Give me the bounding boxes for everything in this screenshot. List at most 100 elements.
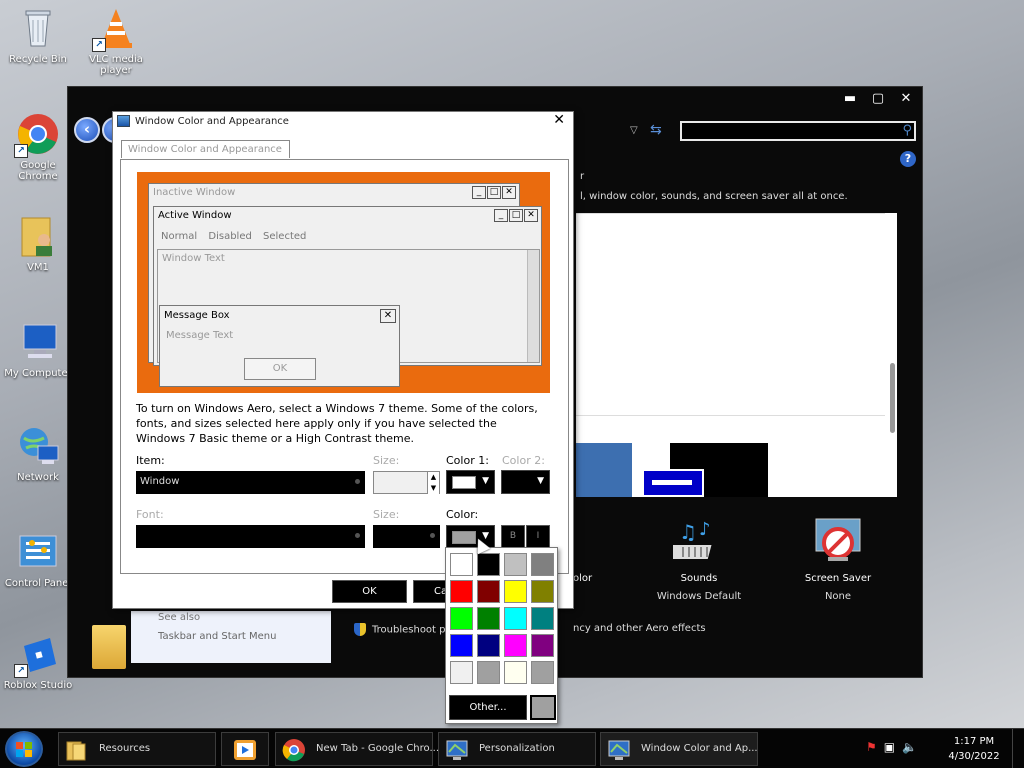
maximize-button[interactable]: ▢ [870,91,886,106]
desktop-icon-vlc[interactable]: ↗ VLC media player [78,6,154,76]
spin-up-icon[interactable]: ▲ [427,472,439,483]
taskbar-item-media-player[interactable] [221,732,269,766]
font-size-select[interactable] [373,525,440,548]
color-swatch[interactable] [504,553,527,576]
color-swatch[interactable] [450,580,473,603]
taskbar-item-window-color[interactable]: Window Color and Ap... [600,732,758,766]
color-swatch[interactable] [450,607,473,630]
search-input[interactable]: ⚲ [680,121,916,141]
item-select[interactable]: Window [136,471,365,494]
color2-picker-button[interactable]: ▼ [501,470,550,494]
desktop-icon-label: Roblox Studio [3,680,73,691]
color-swatch[interactable] [504,580,527,603]
control-panel-icon [16,530,60,574]
current-color-swatch[interactable] [530,695,556,720]
preview-scrollbar[interactable] [527,250,539,362]
shortcut-arrow-icon: ↗ [92,38,106,52]
troubleshoot-text-tail[interactable]: ncy and other Aero effects [573,623,706,634]
taskbar-item-label: New Tab - Google Chro... [316,743,440,754]
color-swatch[interactable] [504,607,527,630]
desktop-icon-roblox[interactable]: ↗ Roblox Studio [0,632,76,691]
refresh-icon[interactable]: ⇆ [650,122,662,138]
color-swatch[interactable] [531,661,554,684]
minimize-icon: _ [494,209,508,222]
recent-pages-dropdown-icon[interactable]: ▽ [630,125,638,136]
menu-selected[interactable]: Selected [263,231,306,242]
color-swatch[interactable] [477,634,500,657]
color-swatch[interactable] [477,580,500,603]
computer-icon [16,320,60,364]
inactive-window-title: Inactive Window [153,187,236,198]
network-tray-icon[interactable]: ▣ [884,740,895,754]
theme-preview-blue[interactable] [576,443,632,497]
menu-normal[interactable]: Normal [161,231,197,242]
desktop-icon-recycle-bin[interactable]: Recycle Bin [0,6,76,65]
start-button[interactable] [5,731,43,767]
color-swatch[interactable] [531,580,554,603]
desktop-icon-chrome[interactable]: ↗ Google Chrome [0,112,76,182]
color-swatch[interactable] [504,634,527,657]
taskbar: Resources New Tab - Google Chro... Perso… [0,728,1024,768]
action-center-flag-icon[interactable]: ⚑ [866,740,877,754]
see-also-title: See also [158,612,201,623]
font-size-label: Size: [373,508,400,521]
color1-label: Color 1: [446,454,489,467]
minimize-button[interactable]: ▬ [842,91,858,106]
help-icon[interactable]: ? [900,151,916,167]
desktop-icon-label: Control Panel [4,578,72,589]
taskbar-item-resources[interactable]: Resources [58,732,216,766]
show-desktop-button[interactable] [1012,729,1024,768]
taskbar-start-menu-link[interactable]: Taskbar and Start Menu [158,631,331,642]
maximize-icon: □ [509,209,523,222]
screen-saver-icon [812,517,864,569]
color-swatch[interactable] [450,553,473,576]
preview-ok-button[interactable]: OK [244,358,316,380]
color-swatch[interactable] [477,553,500,576]
screen-saver-tile[interactable]: Screen Saver None [783,517,893,602]
size-spinner[interactable]: ▲ ▼ [373,471,440,494]
close-icon[interactable]: ✕ [553,112,565,128]
font-select[interactable] [136,525,365,548]
troubleshoot-link[interactable]: Troubleshoot p [354,623,446,636]
shortcut-arrow-icon: ↗ [14,144,28,158]
color-swatch[interactable] [531,607,554,630]
folder-icon [92,625,126,669]
color-swatch[interactable] [477,661,500,684]
chrome-icon: ↗ [14,112,60,158]
theme-preview-high-contrast[interactable] [642,443,768,497]
color-swatch[interactable] [504,661,527,684]
italic-toggle[interactable]: I [526,525,550,548]
preview-message-box[interactable]: Message Box ✕ Message Text OK [159,305,400,387]
menu-disabled[interactable]: Disabled [208,231,251,242]
window-color-tile-label[interactable]: olor [573,573,592,584]
color-swatch[interactable] [450,661,473,684]
desktop-icon-control-panel[interactable]: Control Panel [0,530,76,589]
ok-button[interactable]: OK [332,580,407,603]
spin-down-icon[interactable]: ▼ [427,483,439,494]
system-tray: ⚑ ▣ 🔈 [866,740,917,754]
desktop-icon-vm1[interactable]: VM1 [0,214,76,273]
taskbar-item-chrome[interactable]: New Tab - Google Chro... [275,732,439,766]
color1-picker-button[interactable]: ▼ [446,470,495,494]
color-swatch[interactable] [477,607,500,630]
clock[interactable]: 1:17 PM 4/30/2022 [946,734,1002,764]
tab-window-color-appearance[interactable]: Window Color and Appearance [121,140,290,158]
cancel-button[interactable]: Ca [413,580,447,603]
color-swatch[interactable] [531,634,554,657]
bold-toggle[interactable]: B [501,525,525,548]
desktop-icon-my-computer[interactable]: My Computer [0,320,76,379]
clock-time: 1:17 PM [953,736,995,747]
scrollbar-thumb[interactable] [890,363,895,433]
color-swatch[interactable] [450,634,473,657]
back-arrow-icon[interactable]: ‹ [74,117,100,143]
close-button[interactable]: ✕ [898,91,914,106]
search-icon[interactable]: ⚲ [902,123,912,138]
color1-swatch [452,476,476,489]
other-color-button[interactable]: Other... [449,695,527,720]
taskbar-item-personalization[interactable]: Personalization [438,732,596,766]
color-swatch[interactable] [531,553,554,576]
sounds-tile[interactable]: ♫ ♪ Sounds Windows Default [644,517,754,602]
volume-icon[interactable]: 🔈 [902,740,917,754]
window-color-appearance-dialog: Window Color and Appearance ✕ Window Col… [112,111,574,609]
desktop-icon-network[interactable]: Network [0,424,76,483]
